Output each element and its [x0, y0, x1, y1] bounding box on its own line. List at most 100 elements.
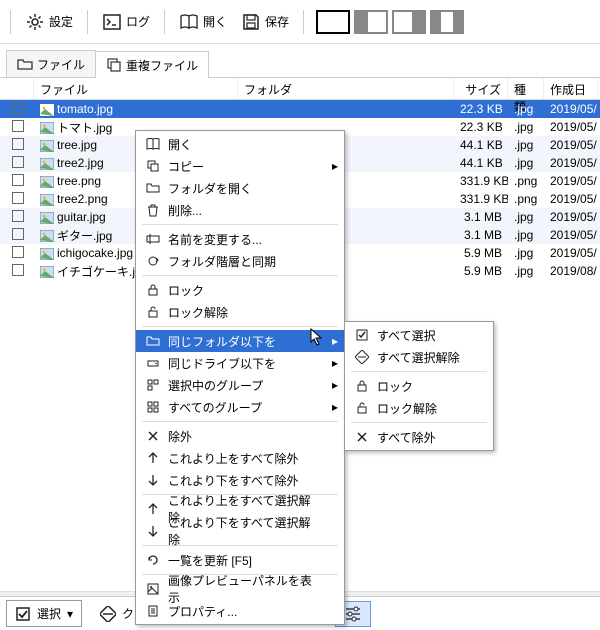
log-button[interactable]: ログ: [96, 8, 156, 36]
col-checkbox[interactable]: [0, 78, 34, 99]
ctx-same-folder[interactable]: 同じフォルダ以下を▸: [136, 330, 344, 352]
trash-icon: [142, 203, 164, 217]
view-split-left-button[interactable]: [354, 10, 388, 34]
ctx-copy[interactable]: コピー▸: [136, 155, 344, 177]
refresh-icon: [142, 553, 164, 567]
toolbar: 設定 ログ 開く 保存: [0, 0, 600, 44]
settings-button[interactable]: 設定: [19, 8, 79, 36]
lock-icon: [351, 379, 373, 393]
file-date: 2019/05/: [544, 101, 598, 117]
tabs: ファイル 重複ファイル: [0, 44, 600, 78]
sub-unlock[interactable]: ロック解除: [345, 397, 493, 419]
file-size: 44.1 KB: [454, 137, 508, 153]
row-checkbox[interactable]: [12, 174, 24, 186]
file-date: 2019/05/: [544, 227, 598, 243]
row-checkbox[interactable]: [12, 156, 24, 168]
arrow-down-icon: [142, 473, 164, 487]
col-folder[interactable]: フォルダ: [238, 78, 454, 99]
file-date: 2019/05/: [544, 191, 598, 207]
tab-duplicates[interactable]: 重複ファイル: [95, 51, 209, 78]
ctx-excl-below[interactable]: これより下をすべて除外: [136, 469, 344, 491]
ctx-desel-below[interactable]: これより下をすべて選択解除: [136, 520, 344, 542]
file-name: tomato.jpg: [57, 102, 113, 116]
ctx-lock[interactable]: ロック: [136, 279, 344, 301]
chevron-right-icon: ▸: [332, 334, 338, 348]
row-checkbox[interactable]: [12, 120, 24, 132]
row-checkbox[interactable]: [12, 210, 24, 222]
table-row[interactable]: tomato.jpg22.3 KB.jpg2019/05/: [0, 100, 600, 118]
ctx-preview[interactable]: 画像プレビューパネルを表示: [136, 578, 344, 600]
uncheck-icon: [351, 350, 373, 364]
view-split-right-button[interactable]: [392, 10, 426, 34]
save-label: 保存: [265, 13, 289, 30]
image-file-icon: [40, 176, 54, 188]
file-name: ギター.jpg: [57, 229, 112, 243]
col-size[interactable]: サイズ: [454, 78, 508, 99]
view-single-button[interactable]: [316, 10, 350, 34]
file-name: tree2.png: [57, 192, 108, 206]
image-file-icon: [40, 194, 54, 206]
image-file-icon: [40, 104, 54, 116]
col-file[interactable]: ファイル: [34, 78, 238, 99]
file-date: 2019/05/: [544, 119, 598, 135]
open-button[interactable]: 開く: [173, 8, 233, 36]
file-name: tree.png: [57, 174, 101, 188]
ctx-unlock[interactable]: ロック解除: [136, 301, 344, 323]
sub-exclude-all[interactable]: すべて除外: [345, 426, 493, 448]
folder-icon: [142, 181, 164, 195]
unlock-icon: [351, 401, 373, 415]
file-size: 331.9 KB: [454, 173, 508, 189]
file-type: .jpg: [508, 101, 544, 117]
ctx-sync[interactable]: フォルダ階層と同期: [136, 250, 344, 272]
sub-lock[interactable]: ロック: [345, 375, 493, 397]
ctx-delete[interactable]: 削除...: [136, 199, 344, 221]
file-type: .jpg: [508, 227, 544, 243]
gear-icon: [25, 12, 45, 32]
chevron-right-icon: ▸: [332, 378, 338, 392]
copy-icon: [142, 159, 164, 173]
ctx-open-folder[interactable]: フォルダを開く: [136, 177, 344, 199]
file-type: .png: [508, 191, 544, 207]
x-icon: [142, 429, 164, 443]
file-size: 44.1 KB: [454, 155, 508, 171]
arrow-up-icon: [142, 502, 164, 516]
table-header: ファイル フォルダ サイズ 種類 作成日: [0, 78, 600, 100]
sub-select-all[interactable]: すべて選択: [345, 324, 493, 346]
row-checkbox[interactable]: [12, 102, 24, 114]
select-button[interactable]: 選択 ▾: [6, 600, 82, 627]
row-checkbox[interactable]: [12, 138, 24, 150]
ctx-same-drive[interactable]: 同じドライブ以下を▸: [136, 352, 344, 374]
sub-deselect-all[interactable]: すべて選択解除: [345, 346, 493, 368]
ctx-sel-group[interactable]: 選択中のグループ▸: [136, 374, 344, 396]
image-file-icon: [40, 140, 54, 152]
file-date: 2019/05/: [544, 209, 598, 225]
row-checkbox[interactable]: [12, 228, 24, 240]
x-icon: [351, 430, 373, 444]
groups-icon: [142, 400, 164, 414]
chevron-down-icon: ▾: [67, 607, 73, 621]
arrow-up-icon: [142, 451, 164, 465]
image-file-icon: [40, 230, 54, 242]
ctx-exclude[interactable]: 除外: [136, 425, 344, 447]
tab-file-label: ファイル: [37, 56, 85, 73]
chevron-right-icon: ▸: [332, 159, 338, 173]
context-menu: 開く コピー▸ フォルダを開く 削除... 名前を変更する... フォルダ階層と…: [135, 130, 345, 625]
sync-icon: [142, 254, 164, 268]
ctx-rename[interactable]: 名前を変更する...: [136, 228, 344, 250]
row-checkbox[interactable]: [12, 192, 24, 204]
ctx-props[interactable]: プロパティ...: [136, 600, 344, 622]
row-checkbox[interactable]: [12, 246, 24, 258]
save-button[interactable]: 保存: [235, 8, 295, 36]
ctx-open[interactable]: 開く: [136, 133, 344, 155]
row-checkbox[interactable]: [12, 264, 24, 276]
ctx-all-groups[interactable]: すべてのグループ▸: [136, 396, 344, 418]
ctx-refresh[interactable]: 一覧を更新 [F5]: [136, 549, 344, 571]
file-size: 3.1 MB: [454, 209, 508, 225]
view-split-both-button[interactable]: [430, 10, 464, 34]
image-file-icon: [40, 212, 54, 224]
tab-file[interactable]: ファイル: [6, 50, 96, 77]
col-type[interactable]: 種類: [508, 78, 544, 99]
group-icon: [142, 378, 164, 392]
col-date[interactable]: 作成日: [544, 78, 598, 99]
ctx-excl-above[interactable]: これより上をすべて除外: [136, 447, 344, 469]
